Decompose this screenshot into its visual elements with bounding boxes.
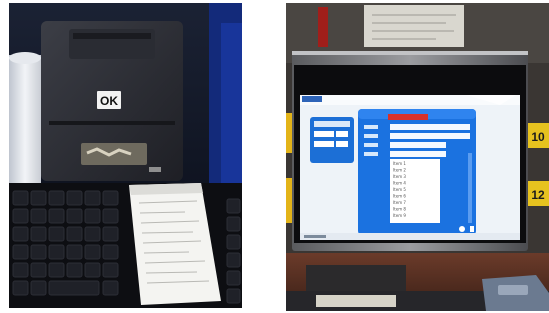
app-dialog: Item 1Item 2Item 3Item 4Item 5Item 6Item… [358,109,476,235]
dropdown-row: Item 7 [393,200,406,205]
photo-receipt-printer: OK [9,3,242,308]
wall-notice [364,5,464,47]
dropdown-row: Item 3 [393,174,406,179]
bay-number-10: 10 [531,130,545,144]
photo-terminal-screen: 10 12 Item 1 Item 2 Item 3 Item 4 Item 5… [286,3,549,311]
monitor-screen: Item 1Item 2Item 3Item 4Item 5Item 6Item… [300,95,520,240]
dropdown-row: Item 6 [393,194,406,199]
app-logo [302,96,322,102]
dropdown-row: Item 9 [393,213,406,218]
bay-number-12: 12 [531,188,545,202]
handheld-scanner [482,275,549,311]
dropdown-row: Item 4 [393,181,406,186]
receipt-printer: OK [41,21,183,181]
dropdown-row: Item 2 [393,168,406,173]
dropdown-row: Item 8 [393,207,406,212]
dropdown-row: Item 5 [393,187,406,192]
side-panel [310,117,354,163]
dropdown-row: Item 1 [393,161,406,166]
dropdown-rows: Item 1Item 2Item 3Item 4Item 5Item 6Item… [393,161,406,218]
ok-badge-text: OK [100,94,118,108]
receipt-printer-scene: OK [9,3,242,308]
dialog-title-badge [388,114,428,120]
paper-roll [9,52,41,185]
terminal-screen-scene: 10 12 Item 1Item 2Item 3Item 4Item 5Item… [286,3,549,311]
label-strip [316,295,396,307]
